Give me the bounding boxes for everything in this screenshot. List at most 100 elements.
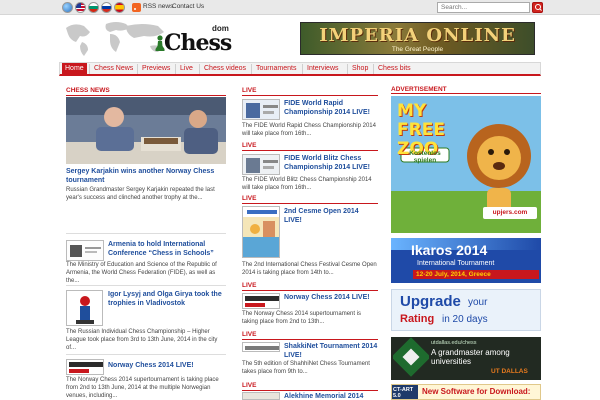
nav-separator: [251, 64, 252, 74]
section-divider: [242, 339, 378, 340]
blitz-championship-thumbnail[interactable]: [242, 154, 280, 175]
ikaros-title: Ikaros 2014: [411, 242, 488, 258]
upgrade-your: your: [468, 297, 488, 308]
nav-chess-news[interactable]: Chess News: [91, 63, 136, 75]
karjakin-feature-image[interactable]: [66, 97, 226, 164]
norway-chess-live-thumbnail[interactable]: [242, 293, 280, 309]
section-divider: [242, 150, 378, 151]
nav-separator: [199, 64, 200, 74]
rss-icon[interactable]: [132, 3, 141, 12]
nav-home[interactable]: Home: [62, 63, 87, 75]
russia-flag-icon[interactable]: [101, 2, 112, 13]
shakkinet-thumbnail[interactable]: [242, 342, 280, 352]
list-divider: [66, 285, 226, 286]
search-icon[interactable]: [532, 2, 543, 13]
thumbnail-graphic: [67, 291, 102, 325]
norway-chess-thumbnail[interactable]: [66, 359, 104, 375]
contact-us-link[interactable]: Contact Us: [172, 3, 204, 10]
thumbnail-graphic: [243, 393, 279, 399]
utd-url: utdallas.edu/chess: [431, 340, 477, 346]
nav-live[interactable]: Live: [177, 63, 196, 75]
us-flag-icon[interactable]: [75, 2, 86, 13]
my-free-zoo-ad[interactable]: MY FREE ZOO Kostenlos spielen upjers.com: [391, 96, 541, 233]
live-item-title[interactable]: Norway Chess 2014 LIVE!: [284, 293, 378, 302]
ikaros-2014-ad[interactable]: Ikaros 2014 International Tournament 12-…: [391, 238, 541, 283]
section-divider: [242, 203, 378, 204]
banner-subtitle: The Great People: [391, 46, 444, 53]
article-excerpt: The Norway Chess 2014 supertournament is…: [66, 377, 219, 399]
live-label: LIVE: [242, 382, 257, 389]
section-divider: [242, 390, 378, 391]
live-item-title[interactable]: ShakkiNet Tournament 2014 LIVE!: [284, 342, 378, 360]
live-label: LIVE: [242, 331, 257, 338]
live-item-title[interactable]: Alekhine Memorial 2014: [284, 392, 378, 400]
article-excerpt: The Ministry of Education and Science of…: [66, 262, 217, 284]
nav-separator: [347, 64, 348, 74]
feature-article-title[interactable]: Sergey Karjakin wins another Norway Ches…: [66, 167, 226, 185]
upjers-brand: upjers.com: [492, 209, 528, 216]
live-item-title[interactable]: FIDE World Blitz Chess Championship 2014…: [284, 154, 378, 172]
live-item-text: The 5th edition of ShahhiNet Chess Tourn…: [242, 361, 370, 375]
thumbnail-graphic: [243, 100, 279, 119]
nav-shop[interactable]: Shop: [349, 63, 371, 75]
top-bar: RSS news Contact Us: [0, 0, 600, 15]
main-nav: Home Chess News Previews Live Chess vide…: [59, 62, 541, 76]
nav-tournaments[interactable]: Tournaments: [253, 63, 299, 75]
live-label: LIVE: [242, 282, 257, 289]
chess-in-schools-thumbnail[interactable]: [66, 240, 104, 261]
banner-title: IMPERIA ONLINE: [319, 25, 516, 46]
nav-separator: [302, 64, 303, 74]
chess-news-heading: CHESS NEWS: [66, 87, 110, 94]
globe-icon[interactable]: [62, 2, 73, 13]
article-title[interactable]: Armenia to hold International Conference…: [108, 240, 226, 258]
nav-chess-videos[interactable]: Chess videos: [201, 63, 249, 75]
upgrade-rating-ad[interactable]: Upgrade your Rating in 20 days: [391, 289, 541, 331]
thumbnail-graphic: [67, 360, 103, 374]
live-item-title[interactable]: 2nd Cesme Open 2014 LIVE!: [284, 207, 378, 225]
feature-article-text: Russian Grandmaster Sergey Karjakin repe…: [66, 187, 215, 201]
live-item-text: The Norway Chess 2014 supertournament is…: [242, 311, 362, 325]
ct-art-ad[interactable]: CT-ART 5.0 New Software for Download:: [391, 384, 541, 400]
section-divider: [242, 290, 378, 291]
imperia-online-banner[interactable]: IMPERIA ONLINE The Great People: [300, 22, 535, 55]
upgrade-days: in 20 days: [442, 314, 488, 325]
bulgaria-flag-icon[interactable]: [88, 2, 99, 13]
rss-news-link[interactable]: RSS news: [143, 3, 173, 10]
live-item-text: The FIDE World Rapid Chess Championship …: [242, 123, 376, 137]
zoo-ad-button[interactable]: Kostenlos spielen: [401, 150, 449, 164]
thumbnail-graphic: [243, 294, 279, 308]
section-divider: [242, 95, 378, 96]
article-title[interactable]: Igor Lysyj and Olga Girya took the troph…: [108, 290, 226, 308]
thumbnail-graphic: [243, 155, 279, 174]
list-divider: [66, 233, 226, 234]
nav-separator: [89, 64, 90, 74]
nav-previews[interactable]: Previews: [139, 63, 173, 75]
live-item-text: The FIDE World Blitz Chess Championship …: [242, 177, 372, 191]
poster-graphic: [243, 207, 279, 257]
live-heading: LIVE: [242, 87, 257, 94]
nav-separator: [137, 64, 138, 74]
live-label: LIVE: [242, 142, 257, 149]
thumbnail-graphic: [243, 343, 279, 351]
site-logo[interactable]: dom Chess: [152, 24, 232, 56]
spain-flag-icon[interactable]: [114, 2, 125, 13]
upgrade-rating-word: Rating: [400, 313, 435, 325]
article-excerpt: The Russian Individual Chess Championshi…: [66, 329, 218, 351]
ut-dallas-ad[interactable]: utdallas.edu/chess A grandmaster among u…: [391, 337, 541, 380]
live-item-title[interactable]: FIDE World Rapid Championship 2014 LIVE!: [284, 99, 378, 117]
search-input[interactable]: [437, 2, 530, 13]
chessboard-icon: [393, 337, 429, 377]
cesme-open-poster[interactable]: [242, 206, 280, 258]
nav-interviews[interactable]: Interviews: [304, 63, 342, 75]
nav-chess-bits[interactable]: Chess bits: [375, 63, 414, 75]
russian-championship-thumbnail[interactable]: [66, 290, 103, 326]
alekhine-thumbnail[interactable]: [242, 392, 280, 400]
nav-separator: [175, 64, 176, 74]
rapid-championship-thumbnail[interactable]: [242, 99, 280, 120]
ct-art-label: CT-ART 5.0: [392, 385, 418, 399]
live-item-text: The 2nd International Chess Festival Ces…: [242, 262, 377, 276]
thumbnail-graphic: [67, 241, 103, 260]
utd-brand: UT DALLAS: [491, 368, 528, 375]
article-title[interactable]: Norway Chess 2014 LIVE!: [108, 361, 226, 370]
ct-art-text: New Software for Download:: [422, 387, 531, 396]
